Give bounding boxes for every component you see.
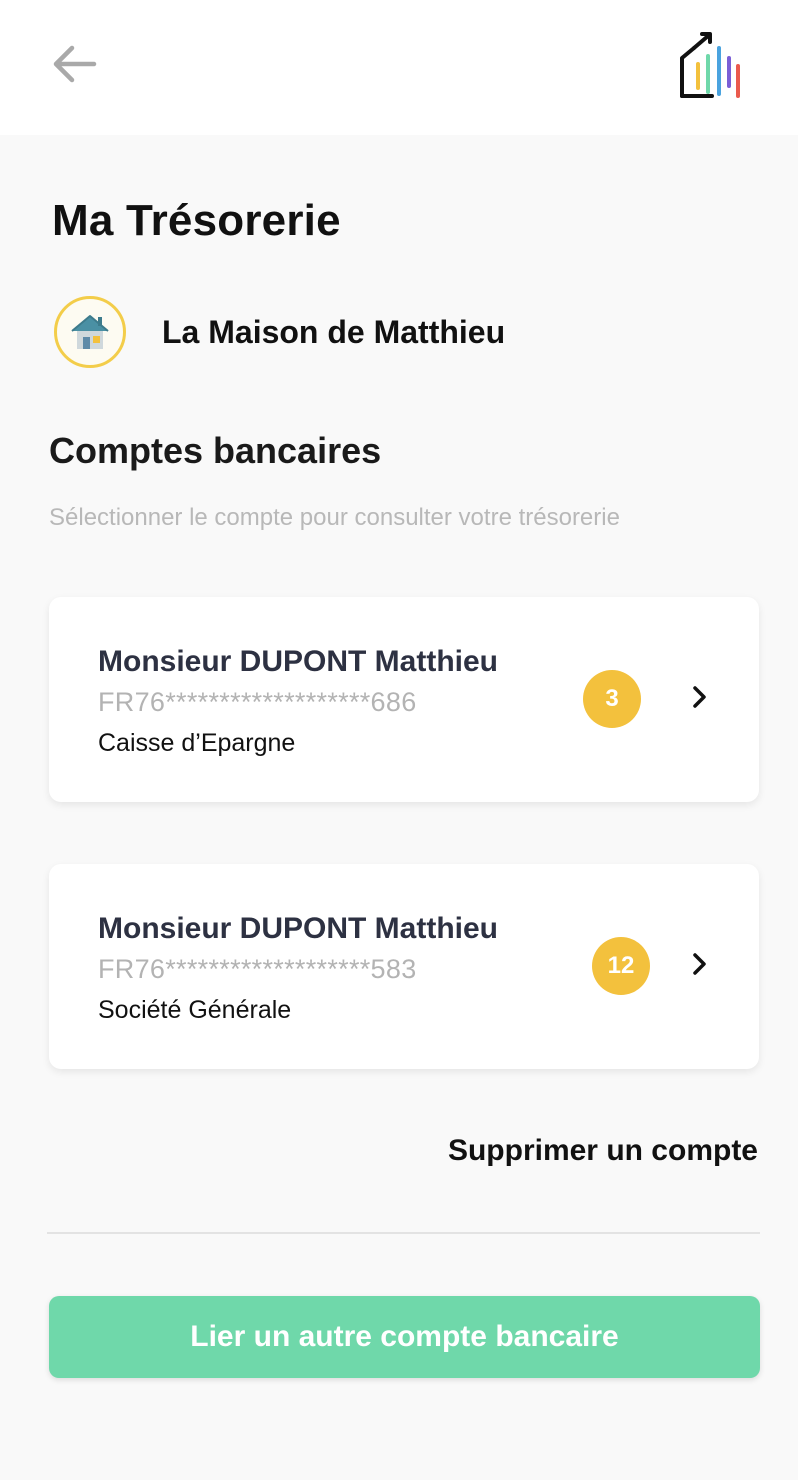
- chevron-right-icon: [693, 953, 706, 975]
- link-account-button[interactable]: Lier un autre compte bancaire: [49, 1296, 760, 1378]
- section-subtitle: Sélectionner le compte pour consulter vo…: [49, 504, 620, 531]
- account-bank: Caisse d’Epargne: [98, 729, 296, 757]
- account-iban: FR76*******************686: [98, 687, 417, 717]
- account-holder: Monsieur DUPONT Matthieu: [98, 645, 499, 678]
- divider: [47, 1232, 760, 1234]
- notification-badge: 3: [583, 670, 641, 728]
- chevron-right-icon: [693, 686, 706, 708]
- section-title: Comptes bancaires: [49, 430, 382, 471]
- account-iban: FR76*******************583: [98, 954, 417, 984]
- account-holder: Monsieur DUPONT Matthieu: [98, 912, 499, 945]
- house-chart-logo-icon: [672, 26, 744, 102]
- property-selector[interactable]: La Maison de Matthieu: [54, 296, 505, 368]
- page-title: Ma Trésorerie: [52, 196, 341, 245]
- notification-badge: 12: [592, 937, 650, 995]
- arrow-left-icon: [53, 45, 97, 83]
- bank-account-card[interactable]: Monsieur DUPONT Matthieu FR76***********…: [49, 597, 759, 802]
- property-name: La Maison de Matthieu: [162, 313, 506, 350]
- property-avatar: [54, 296, 126, 368]
- delete-account-link[interactable]: Supprimer un compte: [448, 1134, 758, 1168]
- bank-account-card[interactable]: Monsieur DUPONT Matthieu FR76***********…: [49, 864, 759, 1069]
- back-button[interactable]: [48, 40, 100, 88]
- house-icon: [71, 315, 109, 349]
- account-bank: Société Générale: [98, 996, 292, 1024]
- top-bar: [0, 0, 798, 135]
